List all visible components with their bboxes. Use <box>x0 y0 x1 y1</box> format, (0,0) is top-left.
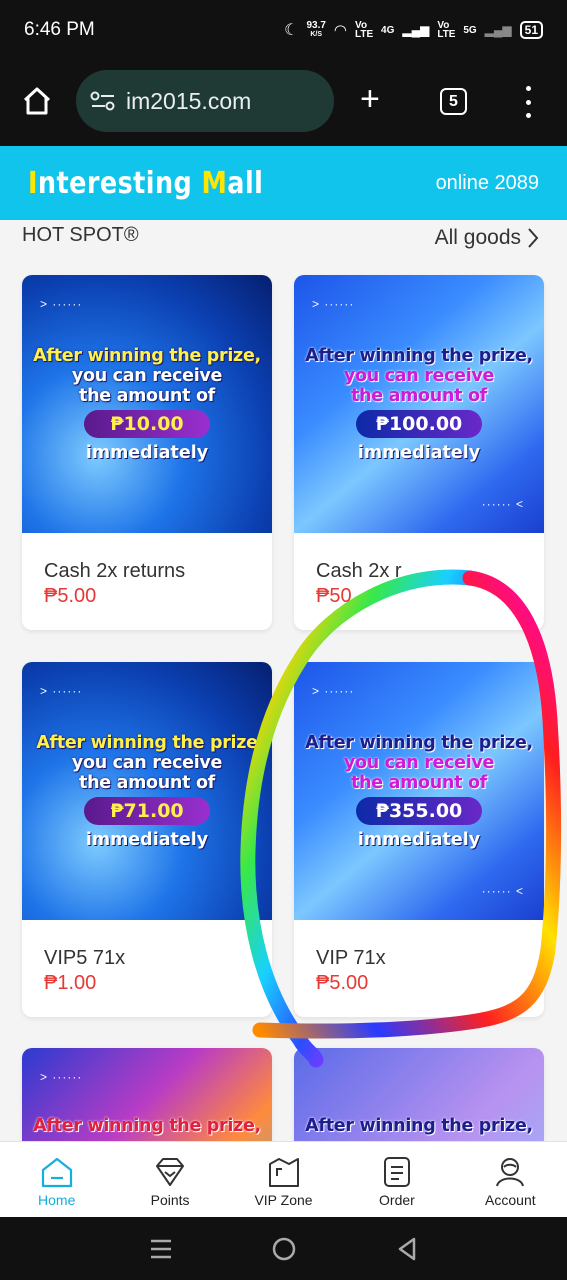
bottom-nav: Home Points VIP Zone Order Account <box>0 1141 567 1217</box>
product-price: ₱5.00 <box>44 585 97 607</box>
nav-vip-zone[interactable]: VIP Zone <box>227 1142 340 1217</box>
product-image: > ······ After winning the prize, you ca… <box>22 275 272 533</box>
address-bar[interactable]: im2015.com <box>76 70 334 132</box>
nav-points[interactable]: Points <box>113 1142 226 1217</box>
product-image: After winning the prize, <box>294 1048 544 1141</box>
product-price: ₱50 <box>316 585 352 607</box>
product-card[interactable]: > ······ After winning the prize, <box>22 1048 272 1141</box>
home-icon[interactable] <box>22 86 52 116</box>
product-card[interactable]: > ······ After winning the prize, you ca… <box>22 275 272 630</box>
chevron-right-icon <box>528 228 539 248</box>
mall-header: Interesting Mall online 2089 <box>0 146 567 220</box>
home-button-icon[interactable] <box>271 1236 297 1262</box>
nav-order[interactable]: Order <box>340 1142 453 1217</box>
prize-amount: ₱10.00 <box>84 410 210 438</box>
home-icon <box>41 1157 72 1188</box>
prize-amount: ₱100.00 <box>356 410 482 438</box>
main-content: HOT SPOT® All goods > ······ After winni… <box>0 220 567 1141</box>
moon-icon: ☾ <box>284 22 299 39</box>
all-goods-link[interactable]: All goods <box>435 226 539 250</box>
signal-bars-icon-2: ▂▄▆ <box>484 23 512 37</box>
nav-home[interactable]: Home <box>0 1142 113 1217</box>
clock: 6:46 PM <box>24 19 95 40</box>
signal-bars-icon: ▂▄▆ <box>402 23 430 37</box>
recent-apps-icon[interactable] <box>149 1238 173 1260</box>
product-name: Cash 2x returns <box>44 560 186 582</box>
site-settings-icon[interactable] <box>90 90 116 112</box>
net-speed: 93.7 K/S <box>306 20 326 39</box>
prize-amount: ₱71.00 <box>84 797 210 825</box>
product-card[interactable]: After winning the prize, <box>294 1048 544 1141</box>
product-name: Cash 2x r <box>316 560 402 582</box>
product-image: > ······ After winning the prize, <box>22 1048 272 1141</box>
order-icon <box>383 1157 410 1187</box>
section-title: HOT SPOT® <box>22 224 139 246</box>
mall-logo: Interesting Mall <box>28 165 264 201</box>
wifi-icon: ◠ <box>333 22 348 39</box>
prize-amount: ₱355.00 <box>356 797 482 825</box>
volte-label-2: Vo LTE <box>437 20 456 40</box>
signal-4g: 4G <box>381 24 395 36</box>
account-icon <box>496 1158 525 1187</box>
product-image: > ······ After winning the prize you can… <box>22 662 272 920</box>
status-bar: 6:46 PM ☾ 93.7 K/S ◠ Vo LTE 4G ▂▄▆ Vo LTE… <box>0 0 567 60</box>
more-menu-icon[interactable] <box>523 86 533 118</box>
product-name: VIP 71x <box>316 947 386 969</box>
diamond-icon <box>156 1158 185 1186</box>
product-image: > ······ ······ < After winning the priz… <box>294 662 544 920</box>
volte-label-1: Vo LTE <box>355 20 374 40</box>
browser-toolbar: im2015.com + 5 <box>0 60 567 146</box>
online-count: online 2089 <box>435 171 539 194</box>
product-card[interactable]: > ······ ······ < After winning the priz… <box>294 275 544 630</box>
product-price: ₱5.00 <box>316 972 369 994</box>
nav-account[interactable]: Account <box>454 1142 567 1217</box>
battery-icon: 51 <box>519 21 543 39</box>
product-card[interactable]: > ······ ······ < After winning the priz… <box>294 662 544 1017</box>
product-card[interactable]: > ······ After winning the prize you can… <box>22 662 272 1017</box>
new-tab-icon[interactable]: + <box>360 82 380 116</box>
url-text: im2015.com <box>126 87 252 114</box>
product-price: ₱1.00 <box>44 972 97 994</box>
tab-switcher-button[interactable]: 5 <box>440 88 467 115</box>
product-name: VIP5 71x <box>44 947 126 969</box>
system-nav-bar <box>0 1217 567 1280</box>
status-icons: ☾ 93.7 K/S ◠ Vo LTE 4G ▂▄▆ Vo LTE 5G ▂▄▆ … <box>284 20 543 40</box>
signal-5g: 5G <box>463 24 477 36</box>
back-icon[interactable] <box>396 1237 418 1261</box>
vip-zone-icon <box>268 1158 299 1187</box>
product-image: > ······ ······ < After winning the priz… <box>294 275 544 533</box>
